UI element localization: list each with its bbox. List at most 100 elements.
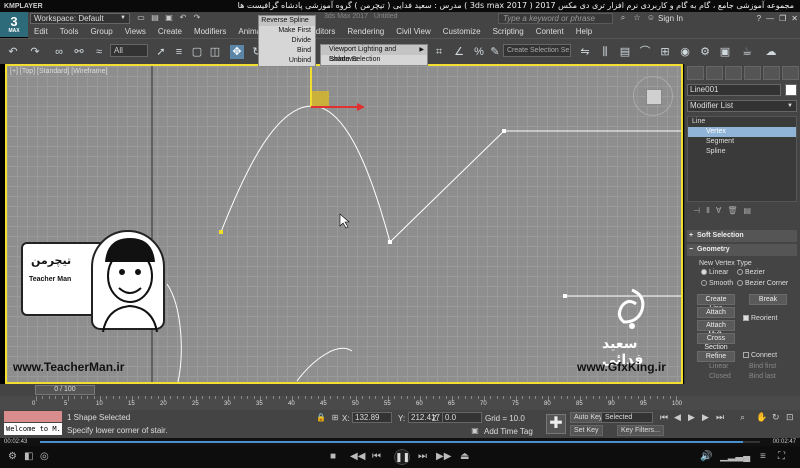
create-line-button[interactable]: Create Line [697,294,735,312]
unlink-icon[interactable]: ⚯ [72,45,86,59]
top-viewport[interactable]: [+] [Top] [Standard] [Wireframe] تیچرمن … [5,64,683,384]
play-animation-icon[interactable]: ▶ [688,412,695,423]
new-file-icon[interactable]: ▭ [136,13,146,23]
quad-item-make-first[interactable]: Make First [259,26,315,36]
undo-icon[interactable]: ↶ [178,13,188,23]
quad-item-bind[interactable]: Bind [259,46,315,56]
select-by-name-icon[interactable]: ≡ [172,45,186,59]
schematic-view-icon[interactable]: ⊞ [658,45,672,59]
viewcube-top-face[interactable] [646,89,662,105]
show-end-result-icon[interactable]: Ⅱ [706,206,710,218]
reorient-checkbox[interactable]: Reorient [743,315,777,322]
make-unique-icon[interactable]: ∀ [716,206,721,218]
menu-rendering[interactable]: Rendering [341,25,390,38]
stack-item-segment[interactable]: Segment [688,137,796,147]
named-selection-sets-dropdown[interactable]: Create Selection Se [503,44,571,57]
menu-content[interactable]: Content [530,25,570,38]
redo-tool-icon[interactable]: ↷ [28,45,42,59]
stack-item-spline[interactable]: Spline [688,147,796,157]
percent-snap-icon[interactable]: % [472,45,486,59]
x-coordinate-field[interactable]: 132.89 [352,412,392,423]
material-editor-icon[interactable]: ◉ [678,45,692,59]
cross-section-button[interactable]: Cross Section [697,333,735,351]
player-3d-icon[interactable]: ◧ [24,450,33,464]
player-rewind-icon[interactable]: ◀◀ [350,450,365,464]
attach-button[interactable]: Attach [697,307,735,318]
render-in-cloud-icon[interactable]: ☁ [764,45,778,59]
menu-modifiers[interactable]: Modifiers [188,25,232,38]
tab-motion[interactable] [744,66,761,80]
menu-group[interactable]: Group [84,25,118,38]
max-application-button[interactable]: 3 MAX [0,12,28,37]
rollout-soft-selection[interactable]: + Soft Selection [687,230,797,242]
align-icon[interactable]: ⫼ [598,45,612,59]
selection-filter-dropdown[interactable]: All [110,44,148,57]
tab-display[interactable] [763,66,780,80]
save-file-icon[interactable]: ▣ [164,13,174,23]
goto-start-icon[interactable]: ⏮ [660,412,668,423]
attach-mult-button[interactable]: Attach Mult. [697,320,735,338]
break-button[interactable]: Break [749,294,787,305]
edit-named-selection-icon[interactable]: ✎ [488,45,502,59]
layer-explorer-icon[interactable]: ▤ [618,45,632,59]
set-key-icon[interactable]: ✚ [546,414,566,434]
player-seek-bar[interactable]: 00:02:43 00:02:47 [0,438,800,446]
redo-icon[interactable]: ↷ [192,13,202,23]
menu-help[interactable]: Help [570,25,598,38]
select-and-move-icon[interactable]: ✥ [230,45,244,59]
player-volume-slider[interactable]: ▁▂▃▄ [720,450,750,464]
time-slider-thumb[interactable]: 0 / 100 [35,385,95,395]
z-coordinate-field[interactable]: 0.0 [442,412,482,423]
rectangular-selection-icon[interactable]: ▢ [190,45,204,59]
bind-space-warp-icon[interactable]: ≈ [92,45,106,59]
workspace-dropdown[interactable]: Workspace: Default ▼ [30,13,130,24]
lock-selection-icon[interactable]: 🔒 [316,413,326,423]
player-next-icon[interactable]: ⏭ [418,450,427,464]
configure-modifier-sets-icon[interactable]: ▤ [744,206,752,218]
window-crossing-icon[interactable]: ◫ [208,45,222,59]
pin-stack-icon[interactable]: ⊣ [693,206,700,218]
tab-modify[interactable] [706,66,723,80]
help-icon[interactable]: ? [757,13,761,24]
object-name-field[interactable]: Line001 [687,84,781,96]
tab-create[interactable] [687,66,704,80]
object-color-swatch[interactable] [785,84,797,96]
minimize-icon[interactable]: — [766,13,774,24]
absolute-mode-icon[interactable]: ⊞ [330,413,340,423]
menu-edit[interactable]: Edit [28,25,54,38]
render-setup-icon[interactable]: ⚙ [698,45,712,59]
pan-icon[interactable]: ✋ [756,412,767,423]
player-stop-icon[interactable]: ■ [330,450,336,464]
radio-linear[interactable]: Linear [701,269,728,276]
connect-checkbox[interactable]: Connect [743,352,777,359]
player-volume-icon[interactable]: 🔊 [700,450,712,464]
player-prev-icon[interactable]: ⏮ [372,450,381,464]
refine-button[interactable]: Refine [697,351,735,362]
modifier-list-dropdown[interactable]: Modifier List ▼ [687,100,797,112]
user-icon[interactable]: ☺ [646,13,656,23]
maxscript-listener-input[interactable] [4,411,62,422]
select-object-icon[interactable]: ➚ [154,45,168,59]
sign-in-button[interactable]: Sign In [658,13,683,24]
mirror-icon[interactable]: ⇋ [578,45,592,59]
viewcube[interactable] [633,76,673,116]
quad-item-reverse-spline[interactable]: Reverse Spline [259,16,315,26]
snaps-toggle-icon[interactable]: ⌗ [432,45,446,59]
player-playlist-icon[interactable]: ≡ [760,450,766,464]
menu-tools[interactable]: Tools [54,25,85,38]
zoom-icon[interactable]: ⌕ [740,412,745,423]
quad-item-unbind[interactable]: Unbind [259,56,315,66]
key-filters-button[interactable]: Key Filters... [617,425,664,436]
tab-hierarchy[interactable] [725,66,742,80]
goto-end-icon[interactable]: ⏭ [716,412,724,423]
player-forward-icon[interactable]: ▶▶ [436,450,451,464]
menu-civil-view[interactable]: Civil View [390,25,437,38]
rollout-geometry[interactable]: − Geometry [687,244,797,256]
rendered-frame-window-icon[interactable]: ▣ [718,45,732,59]
restore-icon[interactable]: ❐ [779,13,786,24]
quad-item-viewport-lighting[interactable]: Viewport Lighting and Shadows ▶ [321,45,427,63]
previous-frame-icon[interactable]: ◀ [674,412,681,423]
menu-scripting[interactable]: Scripting [487,25,530,38]
exchange-icon[interactable]: ☆ [632,13,642,23]
search-input[interactable]: Type a keyword or phrase [498,13,613,24]
